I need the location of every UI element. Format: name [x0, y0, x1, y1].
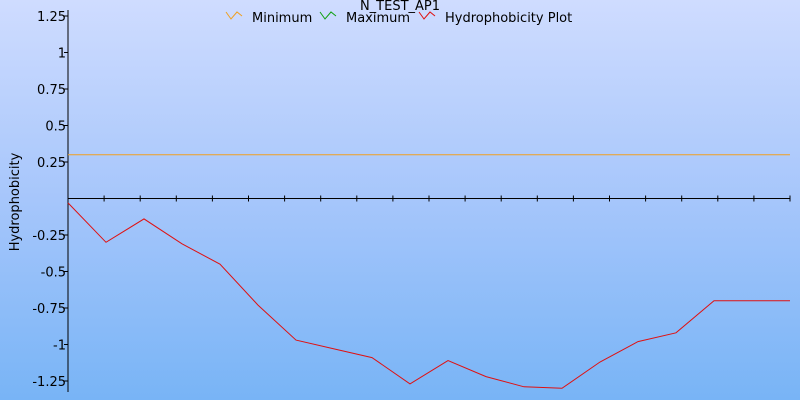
x-axis [67, 195, 791, 202]
legend-label: Hydrophobicity Plot [445, 11, 572, 26]
y-tick-label: -1.25 [32, 375, 66, 390]
y-tick-label: -0.5 [41, 266, 66, 281]
y-axis-label: Hydrophobicity [8, 152, 23, 251]
y-tick-label: 1.25 [37, 10, 66, 25]
y-tick-label: 0.25 [37, 156, 66, 171]
series-line-hydrophobicity-plot [67, 202, 790, 389]
y-axis: 1.25 1 0.75 0.5 0.25 -0.25 -0.5 -0.75 -1 -1.25 [32, 10, 69, 392]
legend: Minimum Maximum Hydrophobicity Plot [225, 11, 572, 26]
hydrophobicity-chart: N_TEST_AP1 Hydrophobicity Minimum Maximum… [8, 0, 791, 392]
legend-swatch [225, 11, 243, 20]
y-tick-label: -0.25 [32, 229, 66, 244]
y-tick-label: -0.75 [32, 302, 66, 317]
y-tick-label: 0.75 [37, 83, 66, 98]
y-tick-label: 1 [58, 47, 66, 62]
y-tick-label: 0.5 [45, 120, 66, 135]
y-tick-label: -1 [53, 339, 66, 354]
legend-label: Maximum [346, 11, 410, 26]
legend-swatch [319, 11, 337, 20]
series-layer [67, 154, 790, 389]
legend-label: Minimum [252, 11, 312, 26]
